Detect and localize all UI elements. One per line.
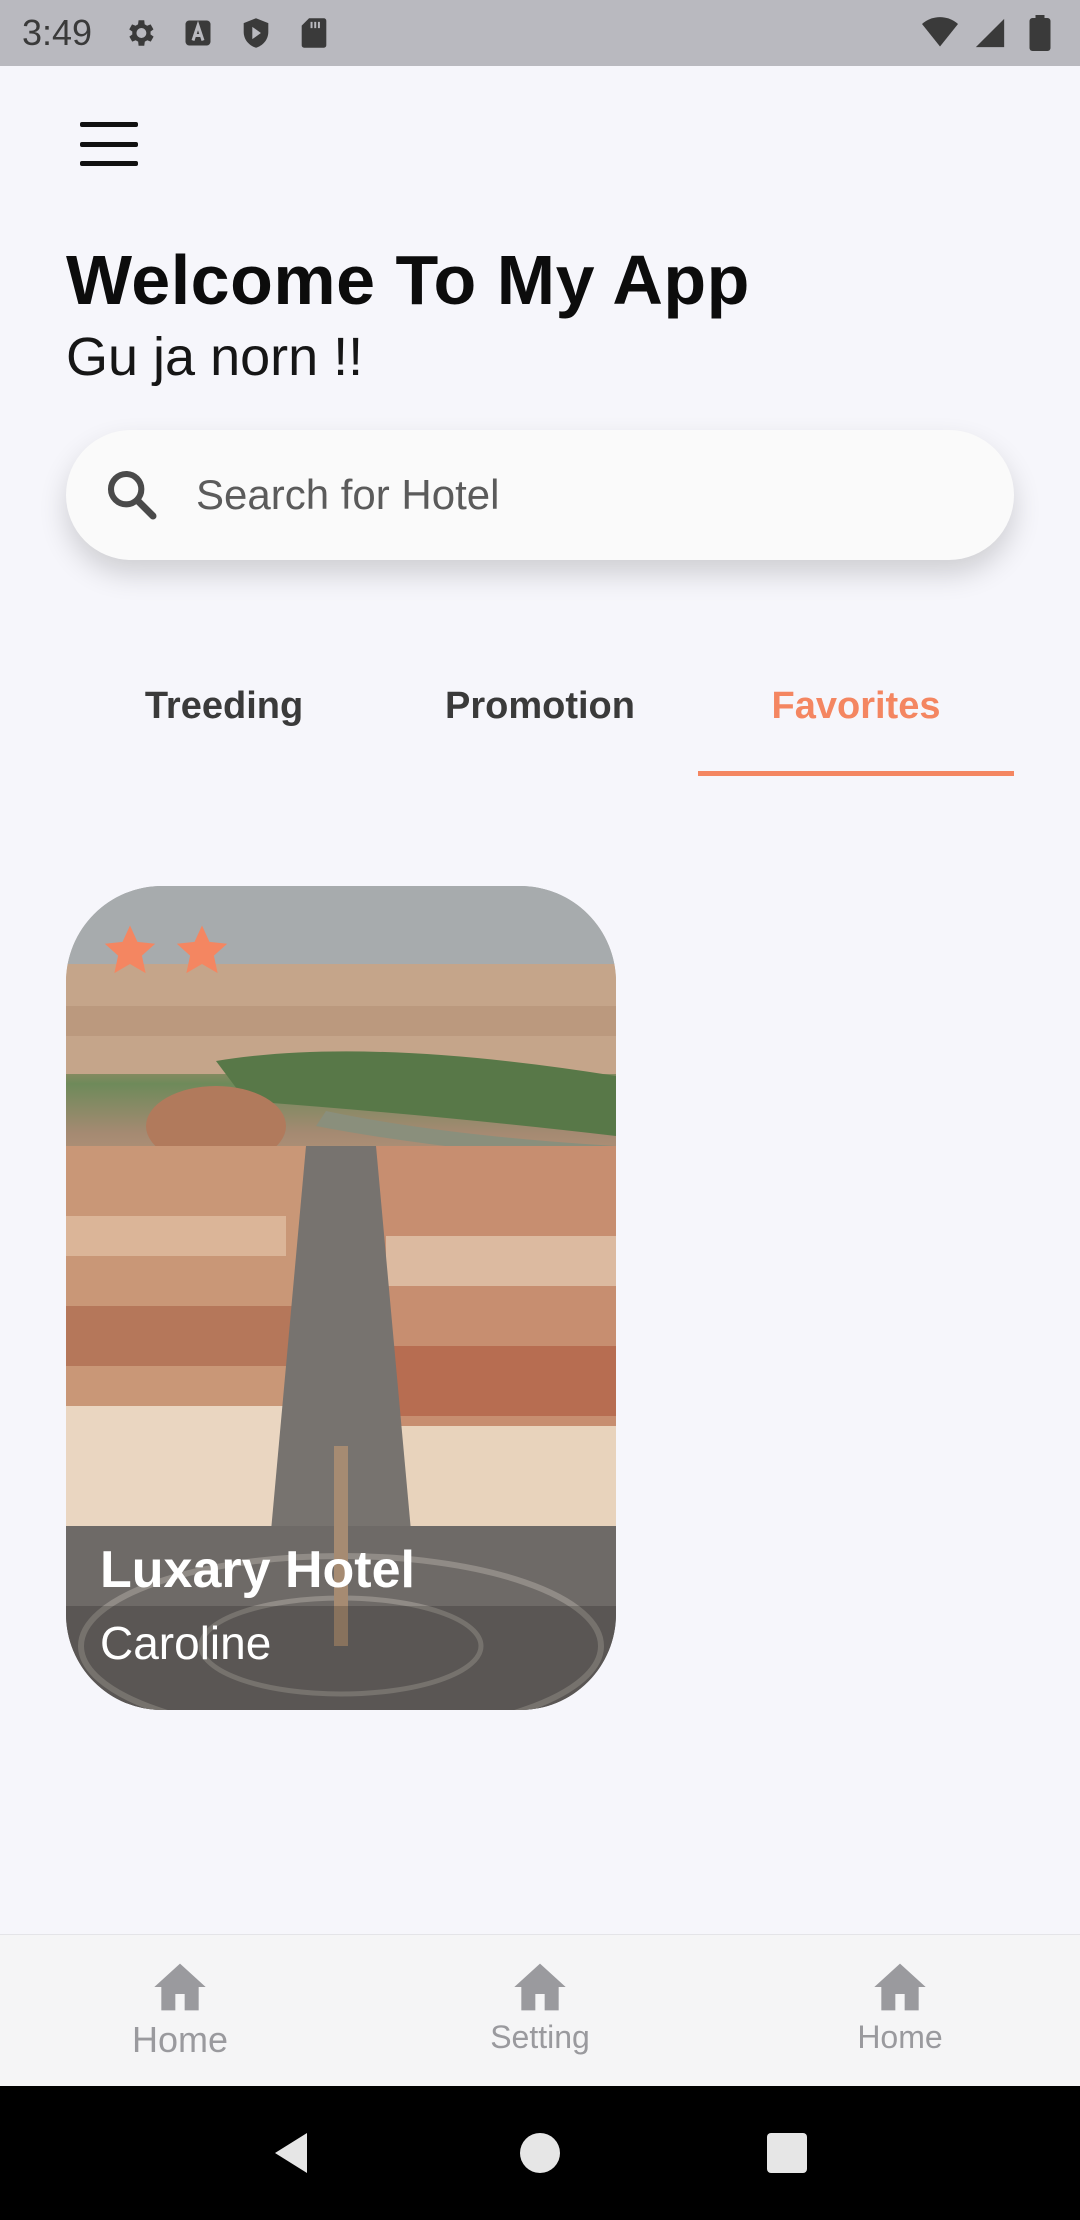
star-icon xyxy=(104,925,156,974)
star-icon xyxy=(176,925,228,974)
nav-item-home[interactable]: Home xyxy=(0,1935,360,2086)
menu-hamburger-icon[interactable] xyxy=(80,122,138,166)
app-screen: 3:49 Welcome To My App Gu ja norn !! Sea… xyxy=(0,0,1080,2220)
search-input[interactable] xyxy=(196,471,916,519)
status-time: 3:49 xyxy=(22,12,93,53)
home-icon xyxy=(874,1963,926,2011)
battery-icon xyxy=(1022,15,1058,51)
home-circle-icon[interactable] xyxy=(516,2129,564,2177)
nav-item-setting[interactable]: Setting xyxy=(360,1935,720,2086)
page-title: Welcome To My App xyxy=(66,241,750,319)
sd-card-icon xyxy=(296,15,332,51)
page-subtitle: Gu ja norn !! xyxy=(66,327,364,387)
back-triangle-icon[interactable] xyxy=(269,2129,317,2177)
shield-icon xyxy=(238,15,274,51)
home-icon xyxy=(154,1963,206,2011)
status-bar: 3:49 xyxy=(0,0,1080,66)
nav-label: Home xyxy=(131,2019,229,2060)
nav-item-home-2[interactable]: Home xyxy=(720,1935,1080,2086)
menu-line xyxy=(80,122,138,127)
nav-label: Setting xyxy=(490,2019,590,2055)
font-a-icon xyxy=(180,15,216,51)
nav-label: Home xyxy=(857,2019,943,2055)
category-tabs: Treeding Promotion Favorites xyxy=(66,660,1014,776)
tab-treeding[interactable]: Treeding xyxy=(66,660,382,776)
cellular-signal-icon xyxy=(972,15,1008,51)
recents-square-icon[interactable] xyxy=(763,2129,811,2177)
settings-gear-icon xyxy=(122,15,158,51)
status-system-icons xyxy=(922,15,1058,51)
system-navigation-bar xyxy=(0,2086,1080,2220)
hotel-name: Luxary Hotel xyxy=(100,1541,415,1599)
hotel-location: Caroline xyxy=(100,1617,272,1669)
tab-favorites[interactable]: Favorites xyxy=(698,660,1014,776)
search-icon xyxy=(107,470,157,520)
menu-line xyxy=(80,141,138,147)
home-icon xyxy=(514,1963,566,2011)
search-bar[interactable] xyxy=(66,430,1014,560)
tab-promotion[interactable]: Promotion xyxy=(382,660,698,776)
rating-stars xyxy=(102,922,230,978)
wifi-icon xyxy=(922,15,958,51)
menu-line xyxy=(80,161,138,166)
status-notification-icons xyxy=(122,15,332,51)
bottom-navigation: Home Setting Home xyxy=(0,1934,1080,2086)
